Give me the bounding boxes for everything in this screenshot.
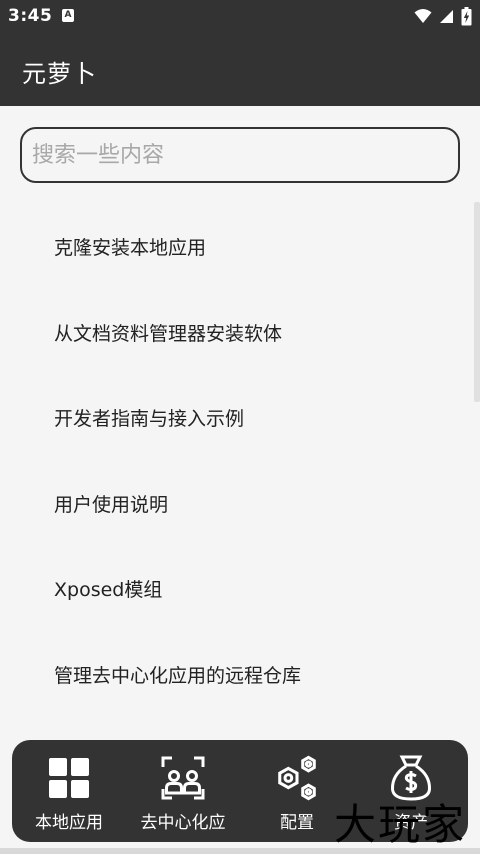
grid-icon	[46, 754, 92, 802]
money-bag-icon	[388, 754, 434, 802]
menu-item-label: 从文档资料管理器安装软体	[54, 322, 283, 345]
wifi-icon	[414, 9, 432, 23]
app-title: 元萝卜	[22, 60, 97, 88]
menu-item-label: 用户使用说明	[54, 493, 169, 516]
battery-icon	[461, 6, 472, 25]
nav-item-decentralized-apps[interactable]: 去中心化应	[126, 740, 240, 842]
app-bar: 元萝卜	[0, 32, 480, 106]
menu-item-label: Xposed模组	[54, 579, 163, 602]
nav-label: 本地应用	[35, 813, 103, 833]
menu-item-label: 开发者指南与接入示例	[54, 408, 245, 431]
search-input[interactable]	[32, 129, 452, 181]
scrollbar[interactable]	[474, 202, 480, 402]
menu-item-remote-repos[interactable]: 管理去中心化应用的远程仓库	[0, 632, 470, 718]
signal-icon	[440, 9, 453, 23]
status-bar: 3:45 A	[0, 0, 480, 32]
nav-item-local-apps[interactable]: 本地应用	[12, 740, 126, 842]
menu-item-xposed[interactable]: Xposed模组	[0, 546, 470, 632]
hexagon-nuts-icon	[274, 754, 320, 802]
menu-item-label: 克隆安装本地应用	[54, 237, 207, 260]
menu-item-install-from-files[interactable]: 从文档资料管理器安装软体	[0, 290, 470, 376]
nav-label: 去中心化应	[140, 813, 226, 833]
menu-list: 克隆安装本地应用 从文档资料管理器安装软体 开发者指南与接入示例 用户使用说明 …	[0, 204, 470, 717]
search-box[interactable]	[20, 127, 460, 183]
status-time: 3:45	[8, 6, 53, 26]
status-icons	[414, 6, 472, 26]
notification-badge-icon: A	[62, 9, 74, 22]
nav-label: 配置	[280, 813, 314, 833]
watermark: 大玩家	[334, 800, 467, 849]
menu-item-clone-install[interactable]: 克隆安装本地应用	[0, 204, 470, 290]
menu-item-label: 管理去中心化应用的远程仓库	[54, 664, 302, 687]
network-users-icon	[160, 754, 206, 802]
bottom-edge	[0, 848, 480, 854]
menu-item-user-guide[interactable]: 用户使用说明	[0, 461, 470, 547]
menu-item-developer-guide[interactable]: 开发者指南与接入示例	[0, 375, 470, 461]
